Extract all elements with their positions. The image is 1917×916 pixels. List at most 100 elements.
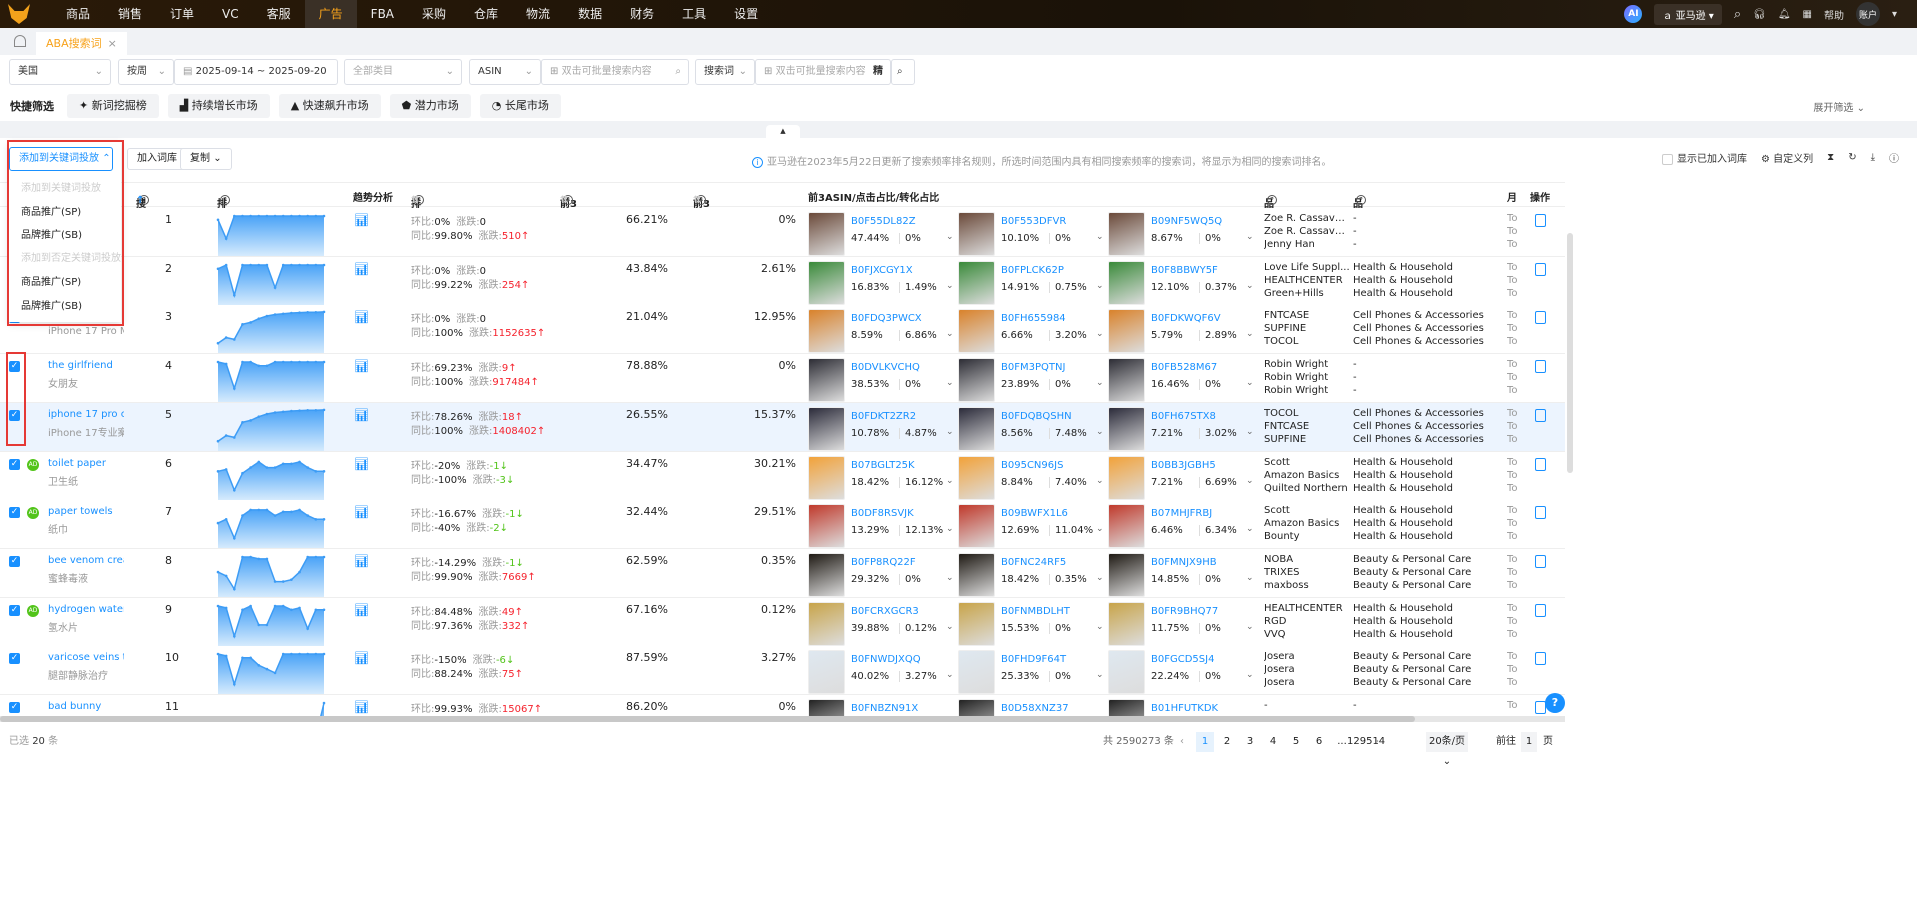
add-to-plan-icon[interactable]	[1535, 408, 1546, 422]
trend-analysis-icon[interactable]: 📊︎	[354, 651, 369, 665]
product-image[interactable]	[958, 358, 995, 403]
avatar[interactable]: 账户	[1855, 2, 1880, 26]
chevron-down-icon[interactable]: ⌄	[1096, 378, 1104, 388]
keyword-link[interactable]: toilet paper	[48, 458, 124, 469]
category-select[interactable]: 全部类目 ⌄	[344, 59, 462, 85]
add-to-plan-icon[interactable]	[1535, 457, 1546, 471]
page-button[interactable]: 2	[1218, 732, 1236, 752]
trend-analysis-icon[interactable]: 📊︎	[354, 603, 369, 617]
chevron-down-icon[interactable]: ⌄	[1246, 378, 1254, 388]
keyword-link[interactable]: bad bunny	[48, 701, 124, 712]
asin-link[interactable]: B07BGLT25K	[851, 460, 915, 471]
country-select[interactable]: 美国 ⌄	[9, 59, 111, 85]
product-image[interactable]	[1108, 455, 1145, 500]
chevron-down-icon[interactable]: ⌄	[1096, 670, 1104, 680]
collapse-handle[interactable]: ▲	[766, 125, 800, 138]
chevron-down-icon[interactable]: ⌄	[946, 232, 954, 242]
row-checkbox[interactable]: ✓	[9, 555, 20, 567]
nav-item[interactable]: 物流	[512, 0, 564, 28]
product-image[interactable]	[958, 455, 995, 500]
nav-item[interactable]: 广告	[304, 0, 357, 28]
product-image[interactable]	[958, 260, 995, 305]
keyword-link[interactable]: paper towels	[48, 506, 124, 517]
trend-analysis-icon[interactable]: 📊︎	[354, 700, 369, 714]
product-image[interactable]	[808, 552, 845, 597]
asin-link[interactable]: B0FH67STX8	[1151, 411, 1216, 422]
chevron-down-icon[interactable]: ⌄	[1096, 524, 1104, 534]
chevron-down-icon[interactable]: ⌄	[946, 524, 954, 534]
search-icon[interactable]: ⌕	[1734, 7, 1741, 22]
exact-toggle[interactable]: 精	[873, 60, 883, 84]
show-added-checkbox[interactable]: 显示已加入词库	[1662, 150, 1747, 165]
chevron-down-icon[interactable]: ⌄	[946, 329, 954, 339]
goto-page-input[interactable]: 1	[1521, 732, 1537, 752]
nav-item[interactable]: 工具	[668, 0, 720, 28]
product-image[interactable]	[958, 552, 995, 597]
nav-item[interactable]: 客服	[253, 0, 305, 28]
row-checkbox[interactable]: ✓	[9, 507, 20, 519]
chevron-down-icon[interactable]: ⌄	[946, 573, 954, 583]
product-image[interactable]	[1108, 699, 1145, 716]
product-image[interactable]	[1108, 212, 1145, 256]
keyword-link[interactable]: the girlfriend	[48, 360, 124, 371]
asin-link[interactable]: B01HFUTKDK	[1151, 703, 1218, 714]
product-image[interactable]	[808, 504, 845, 549]
chevron-down-icon[interactable]: ⌄	[946, 281, 954, 291]
help-link[interactable]: 帮助	[1824, 7, 1844, 22]
asin-link[interactable]: B0FJXCGY1X	[851, 265, 913, 276]
nav-item[interactable]: 数据	[564, 0, 616, 28]
asin-link[interactable]: B0FDKWQF6V	[1151, 313, 1221, 324]
chevron-down-icon[interactable]: ⌄	[1246, 573, 1254, 583]
asin-link[interactable]: B0FPLCK62P	[1001, 265, 1064, 276]
add-to-plan-icon[interactable]	[1535, 214, 1546, 227]
search-icon[interactable]: ⌕	[675, 60, 681, 84]
date-range-picker[interactable]: ▤ 2025-09-14 ~ 2025-09-20	[174, 59, 338, 85]
period-select[interactable]: 按周 ⌄	[118, 59, 174, 85]
chevron-down-icon[interactable]: ▾	[1892, 9, 1897, 20]
asin-search-input[interactable]: ⊞ 双击可批量搜索内容 ⌕	[541, 59, 689, 85]
quick-surge-market[interactable]: ▲ 快速飙升市场	[278, 94, 381, 118]
refresh-icon[interactable]: ↻	[1848, 152, 1856, 163]
close-icon[interactable]: ×	[108, 37, 117, 50]
product-image[interactable]	[808, 650, 845, 695]
asin-link[interactable]: B0FDQ3PWCX	[851, 313, 922, 324]
product-image[interactable]	[958, 699, 995, 716]
page-size-select[interactable]: 20条/页 ⌄	[1426, 732, 1468, 767]
chevron-down-icon[interactable]: ⌄	[1246, 427, 1254, 437]
nav-item[interactable]: 仓库	[460, 0, 512, 28]
asin-link[interactable]: B0FDKT2ZR2	[851, 411, 916, 422]
page-button[interactable]: 3	[1241, 732, 1259, 752]
asin-link[interactable]: B0FNC24RF5	[1001, 557, 1066, 568]
chevron-down-icon[interactable]: ⌄	[1096, 281, 1104, 291]
prev-page-button[interactable]: ‹	[1180, 732, 1184, 752]
asin-link[interactable]: B09BWFX1L6	[1001, 508, 1068, 519]
expand-filters-button[interactable]: 展开筛选 ⌄	[1813, 99, 1865, 114]
chevron-down-icon[interactable]: ⌄	[946, 622, 954, 632]
product-image[interactable]	[958, 504, 995, 549]
asin-link[interactable]: B0FHD9F64T	[1001, 654, 1066, 665]
chevron-down-icon[interactable]: ⌄	[1246, 232, 1254, 242]
page-button[interactable]: 5	[1287, 732, 1305, 752]
page-button[interactable]: 1	[1196, 732, 1214, 752]
page-button[interactable]: 6	[1310, 732, 1328, 752]
chevron-down-icon[interactable]: ⌄	[1246, 281, 1254, 291]
horizontal-scrollbar[interactable]	[0, 716, 1565, 722]
asin-link[interactable]: B09NF5WQ5Q	[1151, 216, 1222, 227]
headset-icon[interactable]: 🎧︎	[1753, 9, 1766, 20]
bell-icon[interactable]: 🔔︎	[1778, 9, 1791, 20]
nav-item[interactable]: 销售	[104, 0, 156, 28]
product-image[interactable]	[1108, 650, 1145, 695]
asin-link[interactable]: B0FDQBQSHN	[1001, 411, 1072, 422]
ai-button[interactable]: AI	[1624, 5, 1643, 23]
chevron-down-icon[interactable]: ⌄	[946, 378, 954, 388]
nav-item[interactable]: 设置	[720, 0, 772, 28]
trend-analysis-icon[interactable]: 📊︎	[354, 408, 369, 422]
add-to-plan-icon[interactable]	[1535, 262, 1546, 276]
asin-link[interactable]: B0F553DFVR	[1001, 216, 1066, 227]
trend-analysis-icon[interactable]: 📊︎	[354, 505, 369, 519]
trend-analysis-icon[interactable]: 📊︎	[354, 359, 369, 373]
trend-analysis-icon[interactable]: 📊︎	[354, 554, 369, 568]
copy-button[interactable]: 复制 ⌄	[180, 148, 232, 170]
asin-link[interactable]: B0FB528M67	[1151, 362, 1217, 373]
chevron-down-icon[interactable]: ⌄	[1096, 622, 1104, 632]
